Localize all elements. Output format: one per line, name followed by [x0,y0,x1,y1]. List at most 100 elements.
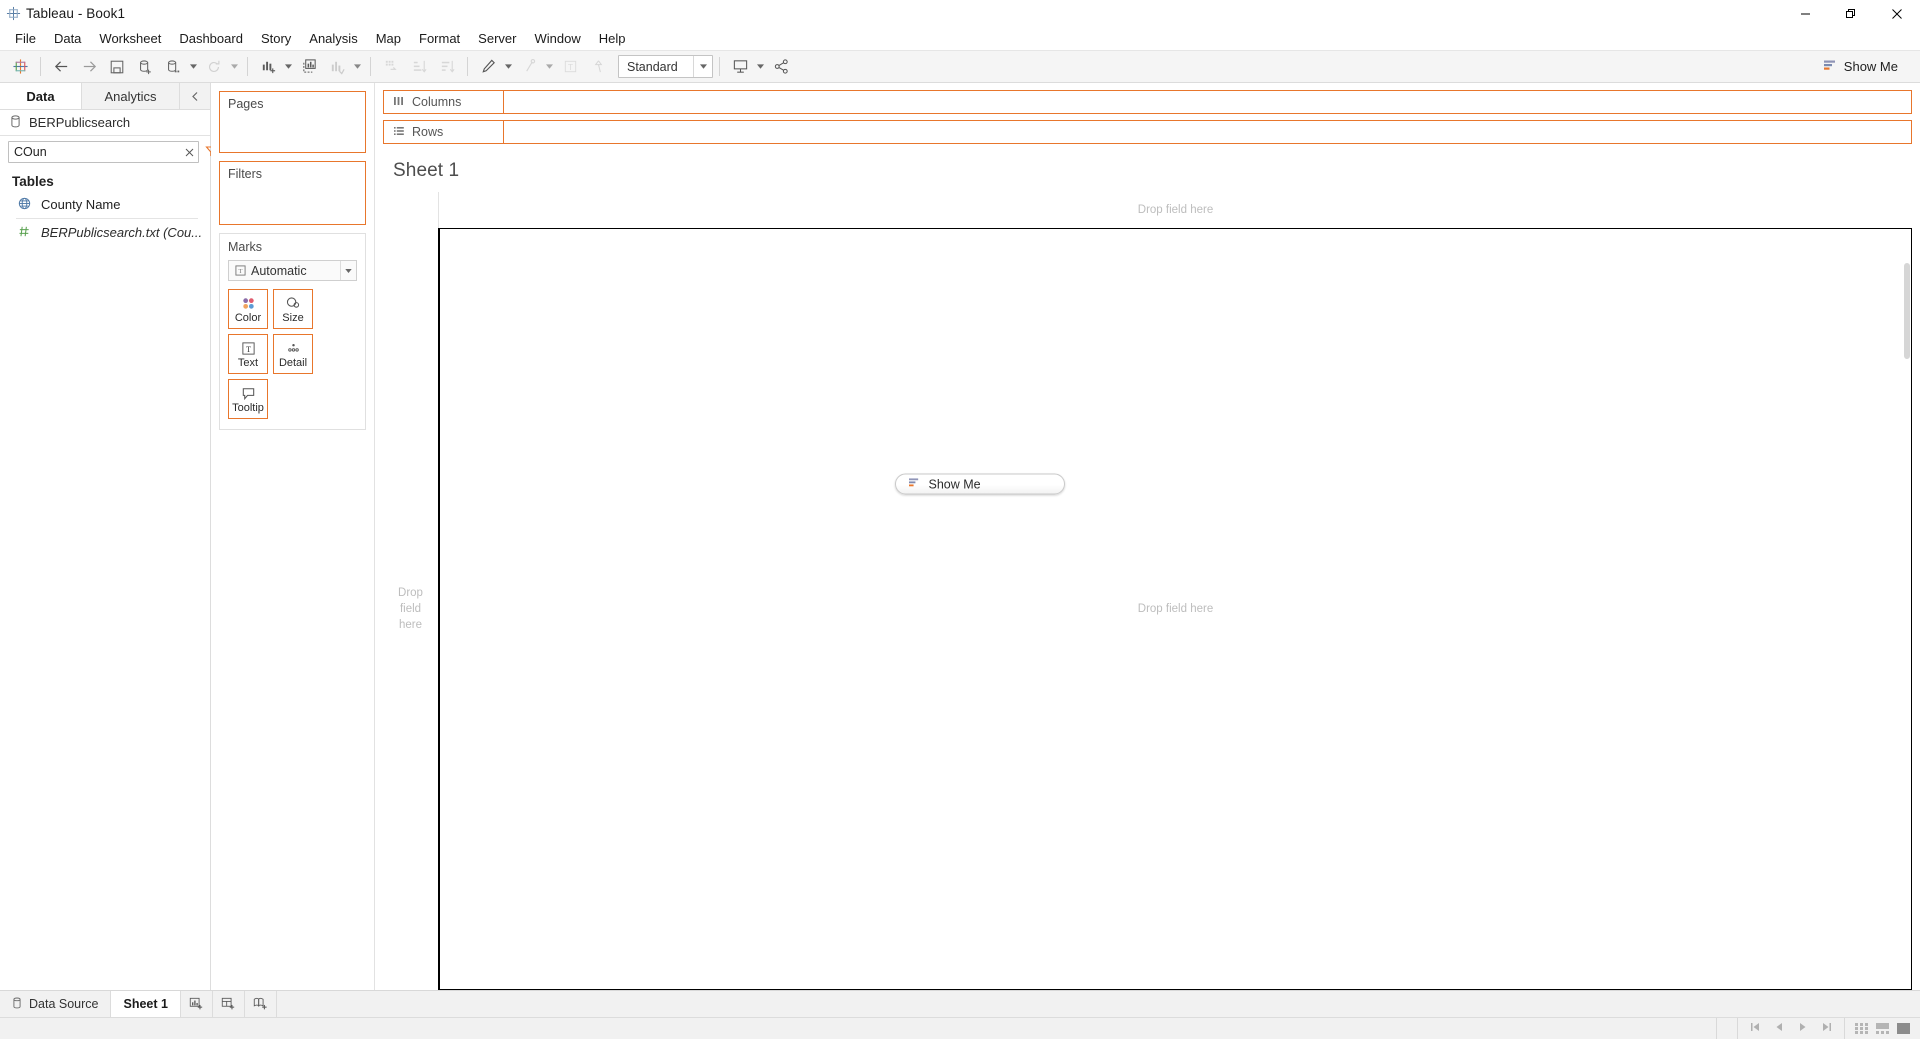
columns-shelf-label: Columns [412,95,462,109]
columns-shelf-label-group: Columns [384,91,504,113]
menu-story[interactable]: Story [252,28,300,49]
show-me-toolbar-button[interactable]: Show Me [1814,55,1906,79]
presentation-dropdown-caret[interactable] [754,53,767,80]
show-cards-icon[interactable] [1855,1023,1868,1034]
clear-sheet-dropdown-caret[interactable] [351,53,364,80]
viz-scrollbar-thumb[interactable] [1904,263,1910,359]
show-sheet-icon[interactable] [1897,1023,1910,1034]
share-icon[interactable] [767,53,795,80]
columns-shelf[interactable]: Columns [383,90,1912,114]
marks-detail-button[interactable]: Detail [273,334,313,374]
close-button[interactable] [1874,0,1920,27]
page-title[interactable]: Sheet 1 [383,150,1912,192]
shelves: Columns Rows [375,83,1920,150]
new-data-source-icon[interactable] [131,53,159,80]
menu-server[interactable]: Server [469,28,525,49]
data-source-name: BERPublicsearch [29,115,131,130]
search-clear-icon[interactable] [180,148,198,157]
sort-ascending-icon[interactable] [405,53,433,80]
search-input[interactable] [9,145,180,159]
highlight-icon[interactable] [474,53,502,80]
viz-canvas[interactable]: Drop field here Show Me [439,228,1912,990]
color-dots-icon [240,295,257,312]
show-mark-labels-icon[interactable]: T [556,53,584,80]
back-icon[interactable] [47,53,75,80]
refresh-data-source-icon[interactable] [200,53,228,80]
highlight-dropdown-caret[interactable] [502,53,515,80]
sort-descending-icon[interactable] [433,53,461,80]
new-dashboard-button[interactable] [213,991,245,1017]
previous-page-icon[interactable] [1774,1022,1784,1035]
columns-drop-field-here[interactable]: Drop field here [439,192,1912,228]
search-input-wrapper[interactable] [8,141,199,163]
data-source-dropdown-caret[interactable] [187,53,200,80]
view-mode-controls [1844,1017,1920,1039]
menu-dashboard[interactable]: Dashboard [170,28,252,49]
rows-drop-field-here[interactable]: Drop field here [383,228,439,990]
duplicate-sheet-icon[interactable] [295,53,323,80]
fix-axes-icon[interactable] [584,53,612,80]
rows-shelf-label: Rows [412,125,444,139]
tab-data-source[interactable]: Data Source [0,991,112,1017]
group-dropdown-caret[interactable] [543,53,556,80]
new-worksheet-button[interactable] [181,991,213,1017]
duplicate-data-source-icon[interactable] [159,53,187,80]
filters-card[interactable]: Filters [219,161,366,225]
menu-worksheet[interactable]: Worksheet [90,28,170,49]
columns-shelf-dropzone[interactable] [504,91,1911,113]
first-page-icon[interactable] [1750,1022,1760,1035]
marks-size-button[interactable]: Size [273,289,313,329]
show-filmstrip-icon[interactable] [1876,1023,1889,1034]
menu-data[interactable]: Data [45,28,90,49]
field-search-row [0,136,258,168]
field-county-name[interactable]: County Name [0,193,210,216]
hash-icon [18,225,31,241]
fit-dropdown[interactable]: Standard [618,55,713,78]
data-source-item[interactable]: BERPublicsearch [0,110,210,136]
collapse-pane-button[interactable] [180,83,210,109]
last-page-icon[interactable] [1822,1022,1832,1035]
marks-color-button[interactable]: Color [228,289,268,329]
pages-card[interactable]: Pages [219,91,366,153]
refresh-dropdown-caret[interactable] [228,53,241,80]
forward-icon[interactable] [75,53,103,80]
tab-sheet-1[interactable]: Sheet 1 [111,991,181,1017]
tab-analytics[interactable]: Analytics [82,83,180,109]
tableau-home-icon[interactable] [6,53,34,80]
menu-map[interactable]: Map [367,28,410,49]
menu-format[interactable]: Format [410,28,469,49]
clear-sheet-icon[interactable] [323,53,351,80]
rows-shelf-dropzone[interactable] [504,121,1911,143]
viz-vertical-scrollbar[interactable] [1903,229,1911,989]
mark-type-dropdown[interactable]: T Automatic [228,260,357,281]
rows-shelf[interactable]: Rows [383,120,1912,144]
minimize-button[interactable] [1782,0,1828,27]
new-story-button[interactable] [245,991,277,1017]
menu-file[interactable]: File [6,28,45,49]
center-drop-field-here[interactable]: Drop field here [1138,603,1213,615]
group-members-icon[interactable] [515,53,543,80]
swap-rows-columns-icon[interactable] [377,53,405,80]
marks-text-label: Text [237,356,259,369]
svg-text:T: T [246,344,251,353]
field-record-count[interactable]: BERPublicsearch.txt (Cou... [0,221,210,244]
marks-text-button[interactable]: T Text [228,334,268,374]
data-pane: Data Analytics BERPublicsearch COun Tabl… [0,83,258,990]
menu-analysis[interactable]: Analysis [300,28,366,49]
window-controls [1782,0,1920,27]
presentation-mode-icon[interactable] [726,53,754,80]
fit-dropdown-caret[interactable] [693,56,712,77]
maximize-button[interactable] [1828,0,1874,27]
new-worksheet-icon[interactable] [254,53,282,80]
menu-help[interactable]: Help [590,28,635,49]
status-bar [0,1017,1920,1039]
new-worksheet-dropdown-caret[interactable] [282,53,295,80]
tab-data[interactable]: Data [0,83,82,109]
show-me-floating-button[interactable]: Show Me [894,473,1065,495]
mark-type-caret[interactable] [340,261,356,280]
next-page-icon[interactable] [1798,1022,1808,1035]
save-icon[interactable] [103,53,131,80]
database-icon [12,997,22,1012]
marks-tooltip-button[interactable]: Tooltip [228,379,268,419]
menu-window[interactable]: Window [525,28,589,49]
